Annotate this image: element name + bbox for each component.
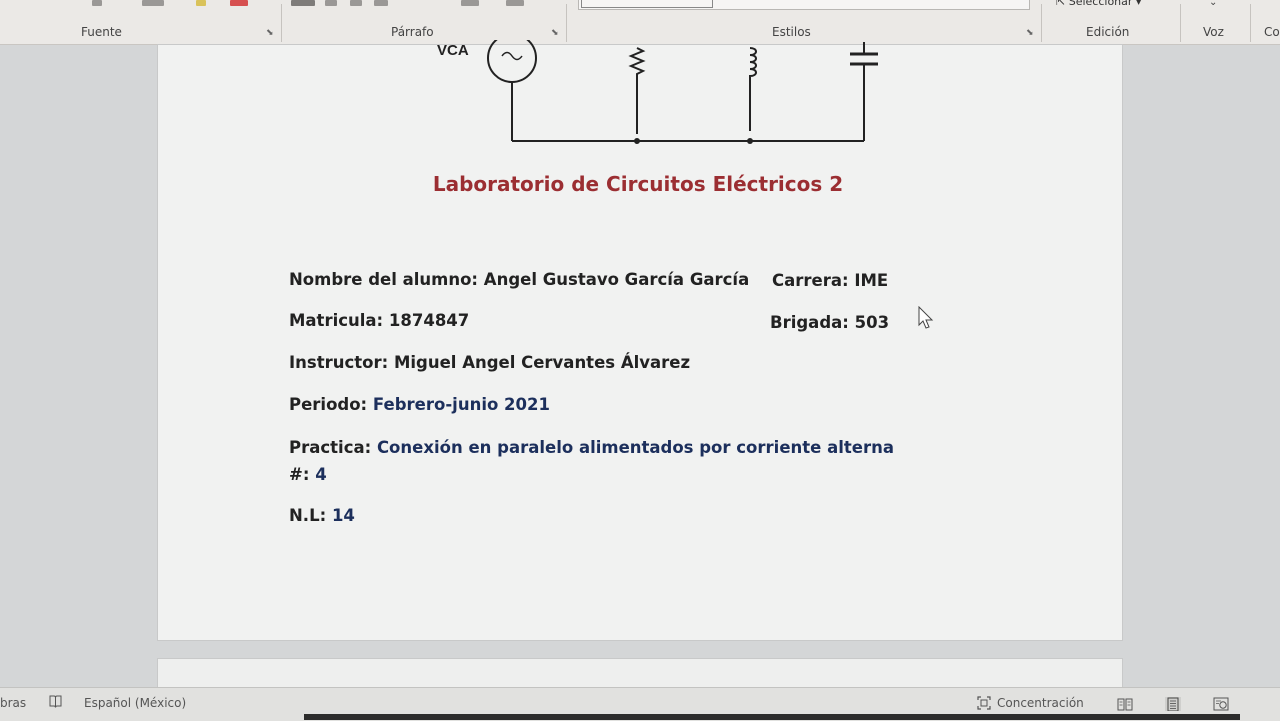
group-label-voz: Voz	[1203, 25, 1224, 39]
book-icon[interactable]	[48, 694, 63, 709]
highlight-tool-fragment[interactable]	[196, 0, 206, 6]
practica-value: Conexión en paralelo alimentados por cor…	[376, 438, 894, 457]
chevron-down-icon: ▾	[1132, 0, 1142, 8]
nl-label: N.L:	[289, 506, 327, 525]
brigada-label: Brigada:	[770, 313, 849, 332]
practica-label: Practica:	[289, 438, 372, 457]
group-label-co: Co	[1264, 25, 1280, 39]
circuit-source-label: VCA	[437, 42, 469, 59]
carrera-label: Carrera:	[772, 271, 849, 290]
cursor-arrow-icon: ⇱	[1056, 0, 1069, 8]
focus-mode-label[interactable]: Concentración	[997, 696, 1084, 710]
borders-button[interactable]	[506, 0, 524, 6]
periodo-label: Periodo:	[289, 395, 368, 414]
document-title: Laboratorio de Circuitos Eléctricos 2	[432, 172, 844, 196]
nl-value: 14	[331, 506, 355, 525]
practica-number-label: #:	[289, 465, 310, 484]
justify-button[interactable]	[374, 0, 388, 6]
group-label-parrafo: Párrafo	[391, 25, 434, 39]
practica-number-value: 4	[315, 465, 327, 484]
dictate-chevron-icon[interactable]: ⌄	[1209, 0, 1217, 8]
focus-icon[interactable]	[977, 696, 991, 710]
mouse-pointer-icon	[918, 306, 934, 329]
align-left-button[interactable]	[291, 0, 315, 6]
instructor-value: Miguel Angel Cervantes Álvarez	[393, 353, 691, 372]
font-color-tool-fragment[interactable]	[142, 0, 164, 6]
print-layout-icon[interactable]	[1165, 697, 1181, 711]
student-name-line: Nombre del alumno: Angel Gustavo García …	[289, 270, 749, 289]
practica-number-line: #: 4	[289, 465, 327, 484]
periodo-line: Periodo: Febrero-junio 2021	[289, 395, 550, 414]
group-label-estilos: Estilos	[772, 25, 811, 39]
practica-line: Practica: Conexión en paralelo alimentad…	[289, 438, 894, 457]
instructor-line: Instructor: Miguel Angel Cervantes Álvar…	[289, 353, 690, 372]
matricula-value: 1874847	[388, 311, 470, 330]
periodo-value: Febrero-junio 2021	[372, 395, 550, 414]
fuente-launcher-icon[interactable]: ⬊	[266, 29, 274, 38]
matricula-label: Matricula:	[289, 311, 384, 330]
group-label-fuente: Fuente	[81, 25, 122, 39]
text-color-tool-fragment[interactable]	[230, 0, 248, 6]
parallel-circuit-diagram	[487, 40, 878, 144]
carrera-value: IME	[854, 271, 889, 290]
shading-button[interactable]	[461, 0, 479, 6]
styles-gallery[interactable]	[578, 0, 1030, 10]
instructor-label: Instructor:	[289, 353, 389, 372]
style-normal[interactable]	[581, 0, 713, 8]
carrera-line: Carrera: IME	[772, 271, 888, 290]
align-center-button[interactable]	[325, 0, 337, 6]
matricula-line: Matricula: 1874847	[289, 311, 469, 330]
read-mode-icon[interactable]	[1117, 697, 1133, 711]
student-name-value: Angel Gustavo García García	[483, 270, 750, 289]
nl-line: N.L: 14	[289, 506, 355, 525]
estilos-launcher-icon[interactable]: ⬊	[1026, 29, 1034, 38]
font-tool-fragment[interactable]	[92, 0, 102, 6]
student-name-label: Nombre del alumno:	[289, 270, 479, 289]
ribbon: Fuente ⬊ Párrafo ⬊ Estilos ⬊ ⇱ Seleccion…	[0, 0, 1280, 45]
parrafo-launcher-icon[interactable]: ⬊	[551, 29, 559, 38]
align-right-button[interactable]	[350, 0, 362, 6]
group-label-edicion: Edición	[1086, 25, 1130, 39]
word-count[interactable]: bras	[0, 696, 26, 710]
language-status[interactable]: Español (México)	[84, 696, 186, 710]
taskbar-edge	[304, 714, 1240, 720]
seleccionar-button[interactable]: ⇱ Seleccionar ▾	[1056, 0, 1141, 8]
web-layout-icon[interactable]	[1213, 697, 1229, 711]
brigada-value: 503	[854, 313, 890, 332]
brigada-line: Brigada: 503	[770, 313, 889, 332]
